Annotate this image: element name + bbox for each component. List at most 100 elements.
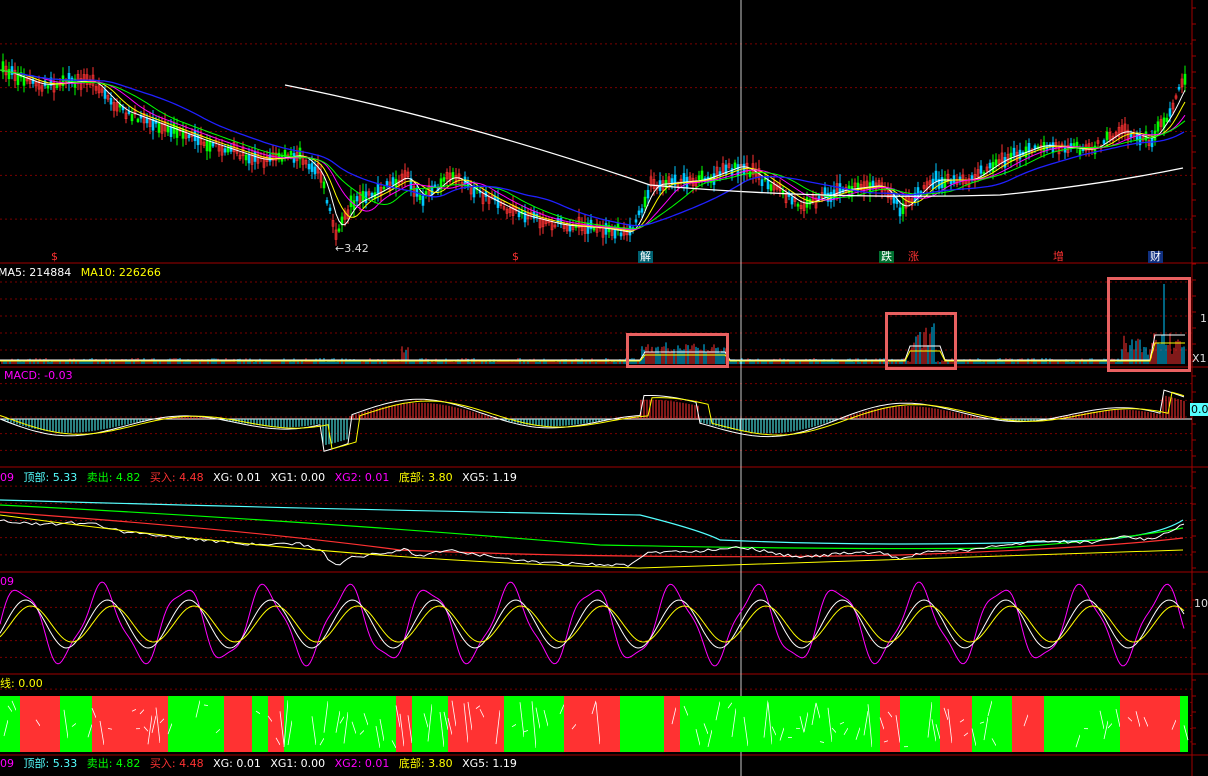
legend-item: 买入: 4.48 <box>149 471 204 484</box>
signal-band <box>680 696 684 752</box>
signal-band <box>344 696 348 752</box>
signal-band <box>272 696 276 752</box>
signal-band <box>88 696 92 752</box>
signal-band <box>356 696 360 752</box>
candle-body <box>790 196 794 205</box>
signal-band <box>808 696 812 752</box>
candle-body <box>418 194 422 201</box>
legend-item: 买入: 4.48 <box>149 757 204 770</box>
signal-band <box>1160 696 1164 752</box>
signal-band <box>916 696 920 752</box>
signal-band <box>1096 696 1100 752</box>
volume-spike-highlight-2 <box>885 312 957 370</box>
signal-band <box>1132 696 1136 752</box>
candle-body <box>697 175 701 180</box>
signal-band <box>508 696 512 752</box>
signal-band <box>824 696 828 752</box>
signal-band <box>920 696 924 752</box>
candle-body <box>67 73 71 84</box>
signal-band <box>540 696 544 752</box>
signal-band <box>1000 696 1004 752</box>
candle-body <box>1012 147 1016 156</box>
signal-band <box>132 696 136 752</box>
event-marker-unlock[interactable]: 解 <box>638 251 653 263</box>
signal-band <box>216 696 220 752</box>
candle-body <box>1009 152 1013 162</box>
signal-band <box>980 696 984 752</box>
candle-body <box>1105 131 1109 141</box>
signal-band <box>56 696 60 752</box>
macd-legend: MACD: -0.03 <box>0 369 79 382</box>
signal-band <box>492 696 496 752</box>
signal-band <box>296 696 300 752</box>
signal-band <box>1144 696 1148 752</box>
signal-band <box>1076 696 1080 752</box>
candle-body <box>640 208 644 213</box>
signal-band <box>664 696 668 752</box>
signal-band <box>516 696 520 752</box>
signal-band <box>1128 696 1132 752</box>
candle-body <box>472 187 476 198</box>
stock-chart-canvas[interactable] <box>0 0 1208 776</box>
ma-line-white <box>0 69 1186 233</box>
signal-band <box>1124 696 1128 752</box>
signal-band <box>1168 696 1172 752</box>
signal-band <box>1120 696 1124 752</box>
signal-band <box>848 696 852 752</box>
signal-band <box>500 696 504 752</box>
candle-body <box>442 177 446 182</box>
signal-band <box>164 696 168 752</box>
candle-body <box>136 118 140 122</box>
candle-body <box>1183 73 1187 85</box>
volume-ma5-line <box>0 334 1185 361</box>
candle-body <box>325 200 329 204</box>
candle-body <box>1165 117 1169 123</box>
signal-band <box>312 696 316 752</box>
legend-item: XG2: 0.01 <box>334 757 390 770</box>
signal-band <box>256 696 260 752</box>
signal-band <box>924 696 928 752</box>
signal-band <box>528 696 532 752</box>
candle-body <box>7 69 11 80</box>
signal-band <box>444 696 448 752</box>
signal-band <box>832 696 836 752</box>
signal-band <box>44 696 48 752</box>
signal-band <box>556 696 560 752</box>
signal-band <box>884 696 888 752</box>
event-marker-rise[interactable]: 涨 <box>906 251 921 263</box>
candle-body <box>157 123 161 133</box>
candle-body <box>748 171 752 177</box>
legend-item: 09 <box>0 757 14 770</box>
signal-band <box>720 696 724 752</box>
signal-band <box>904 696 908 752</box>
signal-band <box>36 696 40 752</box>
candle-body <box>376 183 380 194</box>
candle-body <box>16 74 20 86</box>
signal-band <box>412 696 416 752</box>
event-marker-increase[interactable]: 增 <box>1051 251 1066 263</box>
signal-band <box>180 696 184 752</box>
signal-band <box>712 696 716 752</box>
legend-item: 底部: 3.80 <box>398 471 453 484</box>
event-marker-drop[interactable]: 跌 <box>879 251 894 263</box>
macd-zero-label: 0.0 <box>1190 403 1208 416</box>
signal-band <box>200 696 204 752</box>
signal-band <box>192 696 196 752</box>
signal-band <box>900 696 904 752</box>
candle-body <box>1129 133 1133 138</box>
signal-band <box>852 696 856 752</box>
signal-band <box>756 696 760 752</box>
signal-band <box>332 696 336 752</box>
indicator-legend-top: 09 顶部: 5.33 卖出: 4.82 买入: 4.48 XG: 0.01 X… <box>0 471 523 484</box>
signal-band <box>308 696 312 752</box>
candle-body <box>46 85 50 89</box>
signal-band <box>796 696 800 752</box>
event-marker-financial[interactable]: 财 <box>1148 251 1163 263</box>
signal-band <box>624 696 628 752</box>
event-marker-dividend[interactable]: $ <box>510 251 521 263</box>
event-marker-dividend[interactable]: $ <box>49 251 60 263</box>
signal-band <box>124 696 128 752</box>
legend-item: XG5: 1.19 <box>462 757 517 770</box>
signal-band <box>724 696 728 752</box>
legend-item: XG: 0.01 <box>213 757 261 770</box>
